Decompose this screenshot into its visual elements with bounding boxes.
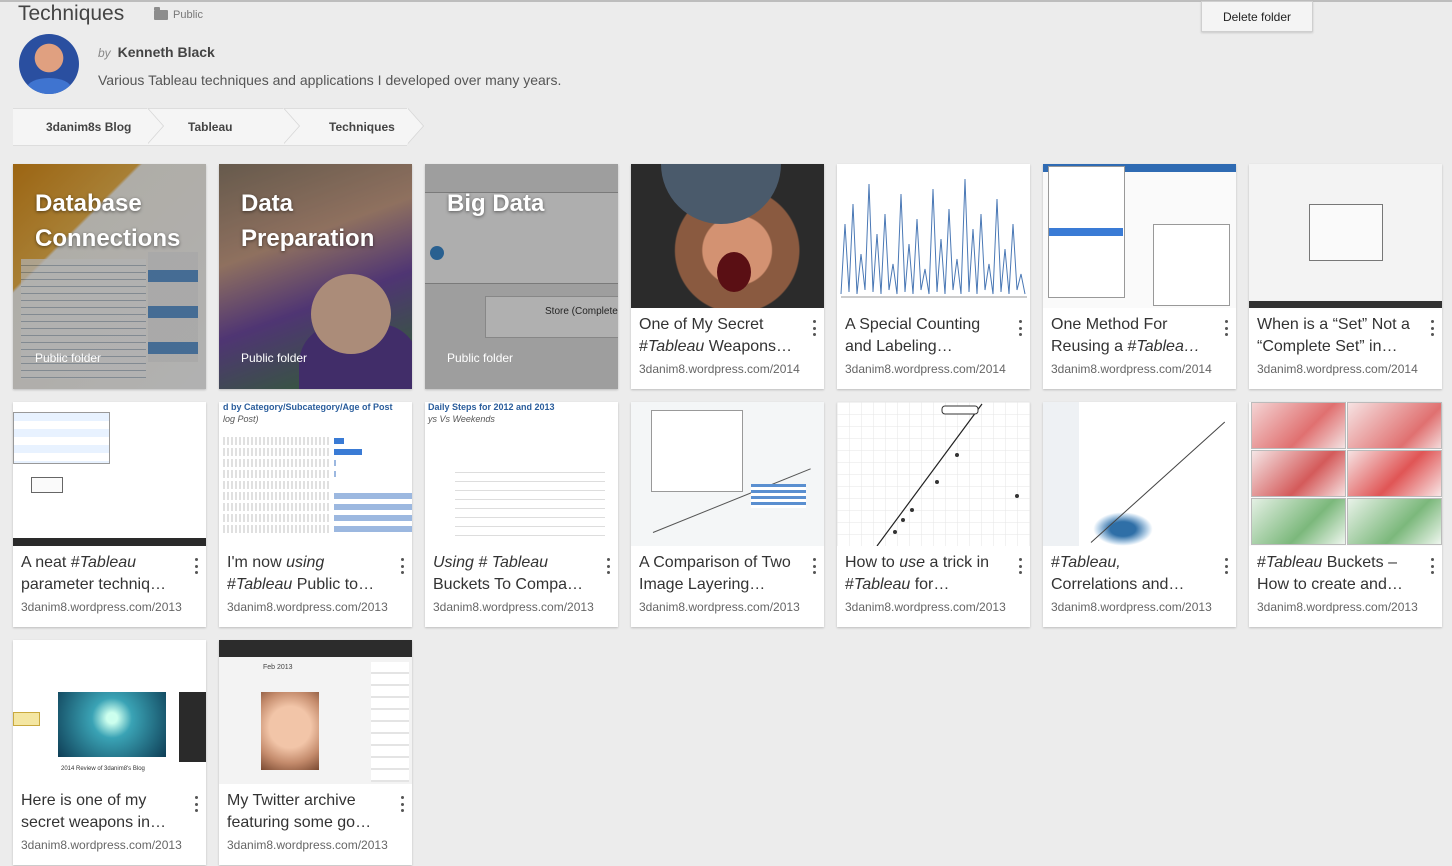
post-card[interactable]: A Comparison of Two Image Layering… 3dan…	[631, 402, 824, 627]
thumbnail-text: ys Vs Weekends	[428, 414, 495, 424]
folder-card-database-connections[interactable]: Database Connections Public folder	[13, 164, 206, 389]
post-title: My Twitter archive featuring some go…	[227, 792, 372, 831]
post-card[interactable]: d by Category/Subcategory/Age of Post lo…	[219, 402, 412, 627]
post-card[interactable]: 2014 Review of 3danim8's Blog Here is on…	[13, 640, 206, 865]
post-url: 3danim8.wordpress.com/2013	[21, 600, 182, 614]
post-thumbnail	[631, 402, 824, 546]
post-url: 3danim8.wordpress.com/2013	[845, 600, 1006, 614]
post-url: 3danim8.wordpress.com/2013	[639, 600, 800, 614]
post-url: 3danim8.wordpress.com/2013	[227, 838, 388, 852]
avatar[interactable]	[19, 34, 79, 94]
folder-subtitle: Public folder	[241, 351, 308, 365]
post-title: Using # Tableau Buckets To Compa…	[433, 554, 583, 593]
post-thumbnail: 2014 Review of 3danim8's Blog	[13, 640, 206, 784]
post-thumbnail: Feb 2013	[219, 640, 412, 784]
more-options-icon[interactable]	[1430, 558, 1434, 574]
delete-folder-button[interactable]: Delete folder	[1201, 1, 1313, 32]
post-title: I'm now using #Tableau Public to…	[227, 554, 375, 593]
more-options-icon[interactable]	[194, 796, 198, 812]
folder-card-big-data[interactable]: Store (Complete Big Data Public folder	[425, 164, 618, 389]
post-url: 3danim8.wordpress.com/2014	[639, 362, 800, 376]
byline: by Kenneth Black	[98, 44, 215, 60]
thumbnail-text: d by Category/Subcategory/Age of Post	[223, 402, 393, 412]
page-title: Techniques	[18, 2, 125, 25]
post-card[interactable]: Daily Steps for 2012 and 2013 ys Vs Week…	[425, 402, 618, 627]
post-url: 3danim8.wordpress.com/2014	[845, 362, 1006, 376]
folder-icon	[154, 7, 168, 20]
post-title: A Special Counting and Labeling…	[845, 316, 981, 355]
more-options-icon[interactable]	[400, 796, 404, 812]
post-title: A Comparison of Two Image Layering…	[639, 554, 791, 593]
post-thumbnail: d by Category/Subcategory/Age of Post lo…	[219, 402, 412, 546]
post-thumbnail	[1249, 164, 1442, 308]
more-options-icon[interactable]	[400, 558, 404, 574]
post-card[interactable]: A neat #Tableau parameter techniq… 3dani…	[13, 402, 206, 627]
post-url: 3danim8.wordpress.com/2013	[227, 600, 388, 614]
folder-subtitle: Public folder	[35, 351, 102, 365]
more-options-icon[interactable]	[1430, 320, 1434, 336]
breadcrumb-item-tableau[interactable]: Tableau	[147, 108, 300, 146]
post-thumbnail	[1043, 164, 1236, 308]
post-title: #Tableau Buckets – How to create and…	[1257, 554, 1403, 593]
post-thumbnail	[1249, 402, 1442, 546]
post-url: 3danim8.wordpress.com/2013	[21, 838, 182, 852]
post-card[interactable]: One Method For Reusing a #Tablea… 3danim…	[1043, 164, 1236, 389]
more-options-icon[interactable]	[606, 558, 610, 574]
post-title: One Method For Reusing a #Tablea…	[1051, 316, 1200, 355]
post-card[interactable]: How to use a trick in #Tableau for… 3dan…	[837, 402, 1030, 627]
breadcrumb: 3danim8s Blog Tableau Techniques	[13, 108, 424, 146]
more-options-icon[interactable]	[194, 558, 198, 574]
post-card[interactable]: A Special Counting and Labeling… 3danim8…	[837, 164, 1030, 389]
folder-subtitle: Public folder	[447, 351, 514, 365]
post-title: One of My Secret #Tableau Weapons…	[639, 316, 793, 355]
breadcrumb-item-techniques[interactable]: Techniques	[283, 108, 424, 146]
post-title: #Tableau, Correlations and…	[1051, 554, 1185, 593]
post-thumbnail	[837, 164, 1030, 308]
visibility-badge: Public	[154, 7, 203, 21]
more-options-icon[interactable]	[812, 558, 816, 574]
post-url: 3danim8.wordpress.com/2013	[1257, 600, 1418, 614]
more-options-icon[interactable]	[1018, 558, 1022, 574]
folder-title: Database Connections	[35, 190, 181, 252]
folder-card-data-preparation[interactable]: Data Preparation Public folder	[219, 164, 412, 389]
thumbnail-text: Feb 2013	[263, 664, 293, 671]
more-options-icon[interactable]	[1224, 558, 1228, 574]
by-label: by	[98, 46, 111, 60]
post-title: A neat #Tableau parameter techniq…	[21, 554, 166, 593]
post-thumbnail	[13, 402, 206, 546]
folder-description: Various Tableau techniques and applicati…	[98, 72, 562, 88]
more-options-icon[interactable]	[812, 320, 816, 336]
thumbnail-text: 2014 Review of 3danim8's Blog	[61, 766, 145, 772]
post-title: How to use a trick in #Tableau for…	[845, 554, 990, 593]
breadcrumb-item-blog[interactable]: 3danim8s Blog	[13, 108, 164, 146]
thumbnail-text: Daily Steps for 2012 and 2013	[428, 402, 555, 412]
post-card[interactable]: One of My Secret #Tableau Weapons… 3dani…	[631, 164, 824, 389]
post-thumbnail	[837, 402, 1030, 546]
author-link[interactable]: Kenneth Black	[118, 44, 215, 60]
post-card[interactable]: #Tableau Buckets – How to create and… 3d…	[1249, 402, 1442, 627]
post-thumbnail: Daily Steps for 2012 and 2013 ys Vs Week…	[425, 402, 618, 546]
post-url: 3danim8.wordpress.com/2013	[433, 600, 594, 614]
post-url: 3danim8.wordpress.com/2014	[1257, 362, 1418, 376]
post-url: 3danim8.wordpress.com/2013	[1051, 600, 1212, 614]
post-thumbnail	[631, 164, 824, 308]
folder-title: Big Data	[447, 190, 545, 217]
post-card[interactable]: Feb 2013 My Twitter archive featuring so…	[219, 640, 412, 865]
post-card[interactable]: When is a “Set” Not a “Complete Set” in……	[1249, 164, 1442, 389]
visibility-label: Public	[173, 9, 203, 21]
thumbnail-text: log Post)	[223, 414, 259, 424]
post-thumbnail	[1043, 402, 1236, 546]
post-card[interactable]: #Tableau, Correlations and… 3danim8.word…	[1043, 402, 1236, 627]
post-url: 3danim8.wordpress.com/2014	[1051, 362, 1212, 376]
more-options-icon[interactable]	[1224, 320, 1228, 336]
post-title: When is a “Set” Not a “Complete Set” in…	[1257, 316, 1410, 355]
folder-title: Data Preparation	[241, 190, 375, 252]
post-title: Here is one of my secret weapons in…	[21, 792, 166, 831]
more-options-icon[interactable]	[1018, 320, 1022, 336]
